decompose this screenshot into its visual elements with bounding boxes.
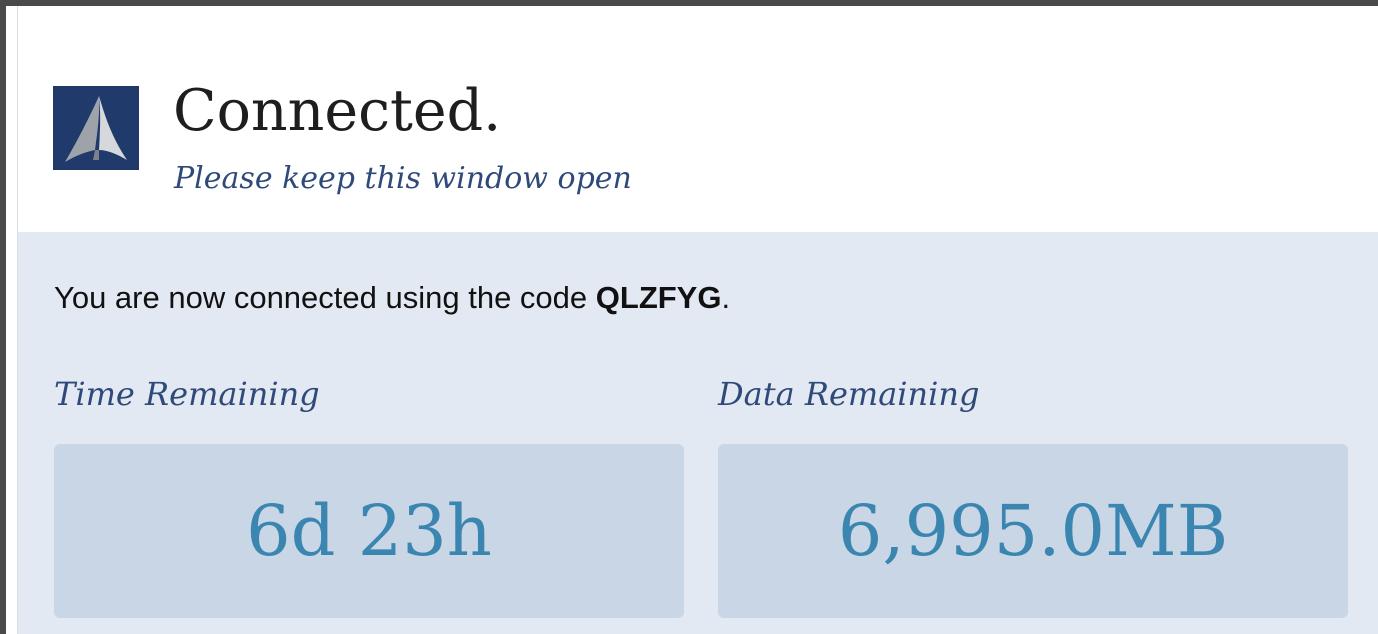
connection-code: QLZFYG [595,280,722,315]
page-subtitle: Please keep this window open [174,161,632,196]
connection-message-suffix: . [721,280,731,315]
connection-message: You are now connected using the code QLZ… [54,280,730,316]
window-border-left [0,0,6,634]
connection-info-panel: You are now connected using the code QLZ… [18,232,1378,634]
time-remaining-box: 6d 23h [54,444,684,618]
connection-message-prefix: You are now connected using the code [54,280,596,315]
data-remaining-label: Data Remaining [718,375,980,413]
time-remaining-label: Time Remaining [54,375,320,413]
sail-logo-icon [53,86,139,170]
page-title: Connected. [173,78,502,144]
data-remaining-box: 6,995.0MB [718,444,1348,618]
connection-window: Connected. Please keep this window open … [0,0,1378,634]
data-remaining-value: 6,995.0MB [837,490,1229,572]
time-remaining-value: 6d 23h [246,490,492,572]
status-header: Connected. Please keep this window open [18,6,1378,232]
